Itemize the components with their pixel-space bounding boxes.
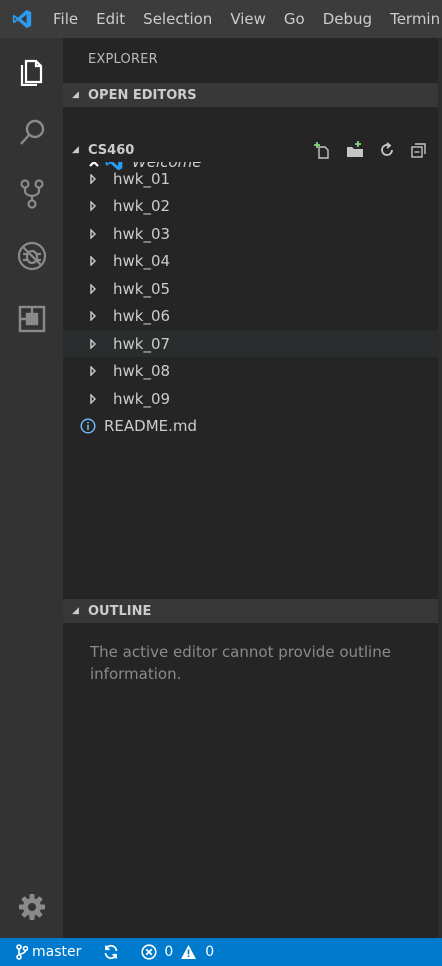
outline-message: The active editor cannot provide outline… — [90, 643, 391, 683]
sync-icon[interactable] — [103, 944, 123, 960]
menu-view[interactable]: View — [221, 0, 275, 38]
tree-item-label: hwk_08 — [113, 361, 171, 380]
debug-icon[interactable] — [0, 231, 63, 281]
error-icon — [141, 944, 161, 960]
folder-label: CS460 — [88, 142, 135, 158]
source-control-icon[interactable] — [0, 169, 63, 219]
folder-actions — [312, 138, 430, 162]
menu-selection[interactable]: Selection — [134, 0, 221, 38]
tree-item-label: hwk_02 — [113, 196, 171, 215]
caret-down-icon: ◢ — [72, 606, 79, 616]
new-folder-icon[interactable] — [344, 139, 366, 161]
search-icon[interactable] — [0, 108, 63, 158]
chevron-right-icon — [89, 365, 97, 376]
explorer-title: EXPLORER — [88, 52, 158, 67]
tree-folder-hwk-09[interactable]: hwk_09 — [63, 385, 438, 412]
menu-debug[interactable]: Debug — [314, 0, 381, 38]
chevron-right-icon — [89, 200, 97, 211]
tree-folder-hwk-02[interactable]: hwk_02 — [63, 192, 438, 219]
collapse-all-icon[interactable] — [408, 139, 430, 161]
open-editors-label: OPEN EDITORS — [88, 87, 197, 103]
chevron-right-icon — [89, 283, 97, 294]
sidebar-scrollbar[interactable] — [438, 38, 442, 938]
gear-icon[interactable] — [0, 882, 63, 932]
tree-folder-hwk-06[interactable]: hwk_06 — [63, 302, 438, 329]
tree-folder-hwk-04[interactable]: hwk_04 — [63, 247, 438, 274]
chevron-right-icon — [89, 310, 97, 321]
branch-status[interactable]: master — [16, 944, 81, 960]
chevron-right-icon — [89, 173, 97, 184]
tree-item-label: hwk_06 — [113, 306, 171, 325]
open-editors-header[interactable]: ◢ OPEN EDITORS — [63, 83, 438, 107]
tree-folder-hwk-01[interactable]: hwk_01 — [63, 165, 438, 192]
menu-edit[interactable]: Edit — [87, 0, 134, 38]
folder-header-cs460[interactable]: ◢ CS460 — [63, 138, 438, 162]
chevron-right-icon — [89, 338, 97, 349]
tree-item-label: hwk_07 — [113, 334, 171, 353]
tree-item-label: hwk_03 — [113, 224, 171, 243]
menu-go[interactable]: Go — [275, 0, 314, 38]
menu-terminal[interactable]: Termin — [381, 0, 442, 38]
warning-count: 0 — [205, 944, 215, 960]
new-file-icon[interactable] — [312, 139, 334, 161]
tree-item-label: hwk_09 — [113, 389, 171, 408]
tree-item-label: README.md — [104, 416, 198, 435]
menu-file[interactable]: File — [44, 0, 87, 38]
chevron-right-icon — [89, 393, 97, 404]
tree-item-label: hwk_04 — [113, 251, 171, 270]
explorer-sidebar: EXPLORER ◢ OPEN EDITORS Welcome ◢ CS460 — [63, 38, 438, 938]
menu-bar: File Edit Selection View Go Debug Termin — [0, 0, 442, 38]
caret-down-icon: ◢ — [72, 90, 79, 100]
tree-folder-hwk-03[interactable]: hwk_03 — [63, 220, 438, 247]
info-icon — [80, 417, 96, 434]
chevron-right-icon — [89, 228, 97, 239]
tree-file-readme[interactable]: README.md — [63, 412, 438, 439]
refresh-icon[interactable] — [376, 139, 398, 161]
tree-item-label: hwk_01 — [113, 169, 171, 188]
branch-label: master — [32, 944, 82, 960]
extensions-icon[interactable] — [0, 294, 63, 344]
error-count: 0 — [164, 944, 174, 960]
tree-folder-hwk-05[interactable]: hwk_05 — [63, 275, 438, 302]
caret-down-icon: ◢ — [72, 145, 79, 155]
warning-icon — [180, 944, 201, 960]
outline-header[interactable]: ◢ OUTLINE — [63, 599, 438, 623]
explorer-icon[interactable] — [0, 46, 63, 96]
tree-folder-hwk-08[interactable]: hwk_08 — [63, 357, 438, 384]
outline-label: OUTLINE — [88, 603, 152, 619]
problems-status[interactable]: 0 0 — [141, 944, 214, 960]
tree-folder-hwk-07[interactable]: hwk_07 — [63, 330, 438, 357]
chevron-right-icon — [89, 255, 97, 266]
tree-item-label: hwk_05 — [113, 279, 171, 298]
activity-bar — [0, 38, 63, 938]
status-bar: master 0 0 — [0, 938, 442, 966]
vscode-logo-icon — [0, 0, 44, 38]
